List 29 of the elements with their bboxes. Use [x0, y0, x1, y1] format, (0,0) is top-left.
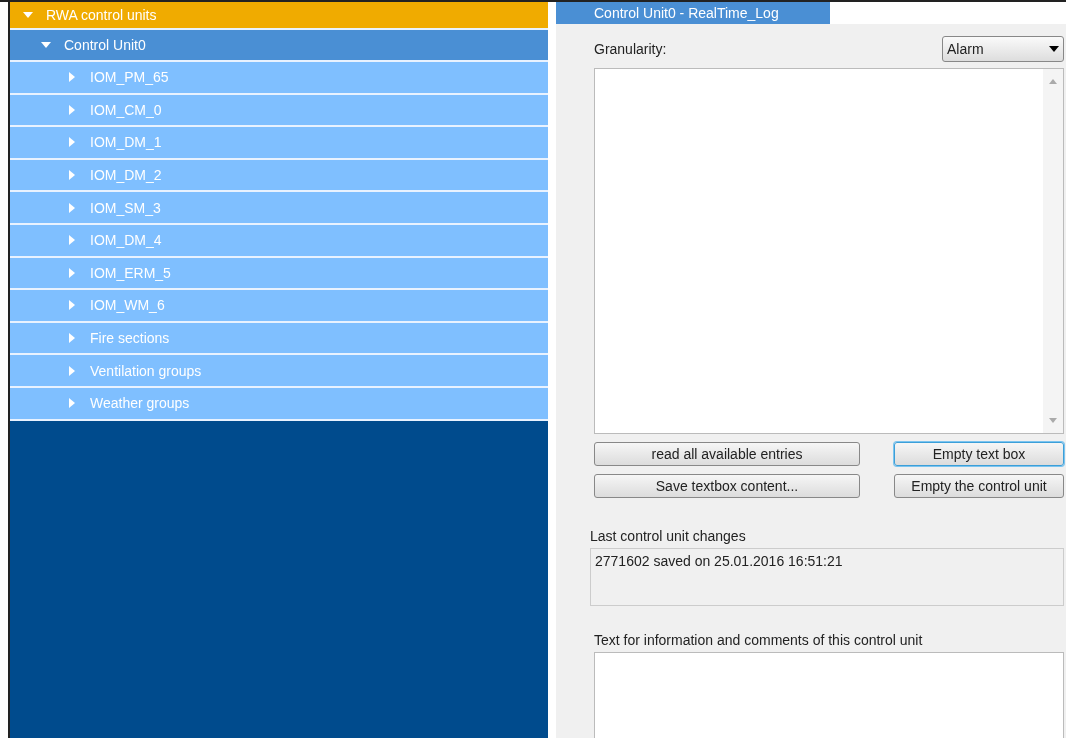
comments-label: Text for information and comments of this control unit: [594, 632, 924, 648]
scroll-down-icon[interactable]: [1049, 418, 1057, 423]
dropdown-caret-icon: [1049, 46, 1059, 52]
action-button[interactable]: Save textbox content...: [594, 474, 860, 498]
action-button[interactable]: Empty the control unit: [894, 474, 1064, 498]
action-button[interactable]: read all available entries: [594, 442, 860, 466]
last-changes-label: Last control unit changes: [590, 528, 747, 544]
action-button[interactable]: Empty text box: [894, 442, 1064, 466]
tree-item[interactable]: Control Unit0: [10, 30, 548, 62]
last-changes-field[interactable]: 2771602 saved on 25.01.2016 16:51:21: [590, 548, 1064, 606]
tree-item[interactable]: Ventilation groups: [10, 355, 548, 388]
granularity-dropdown[interactable]: Alarm: [942, 36, 1064, 62]
tree-item[interactable]: IOM_SM_3: [10, 192, 548, 225]
comments-field[interactable]: [594, 652, 1064, 738]
tree-item[interactable]: IOM_DM_2: [10, 159, 548, 193]
scrollbar[interactable]: [1043, 69, 1063, 433]
tree-item[interactable]: Weather groups: [10, 387, 548, 421]
tree-item[interactable]: IOM_PM_65: [10, 62, 548, 95]
granularity-label: Granularity:: [594, 41, 667, 57]
tree-item[interactable]: IOM_ERM_5: [10, 257, 548, 291]
tree-item[interactable]: IOM_DM_1: [10, 127, 548, 160]
tab[interactable]: Control Unit0 - RealTime_Log: [556, 2, 830, 24]
tree-item[interactable]: RWA control units: [10, 2, 548, 30]
tree-item[interactable]: Fire sections: [10, 322, 548, 356]
scroll-up-icon[interactable]: [1049, 79, 1057, 84]
tree-item[interactable]: IOM_WM_6: [10, 290, 548, 323]
tree-item[interactable]: IOM_CM_0: [10, 94, 548, 128]
tree-item[interactable]: IOM_DM_4: [10, 224, 548, 258]
log-textbox[interactable]: [594, 68, 1064, 434]
